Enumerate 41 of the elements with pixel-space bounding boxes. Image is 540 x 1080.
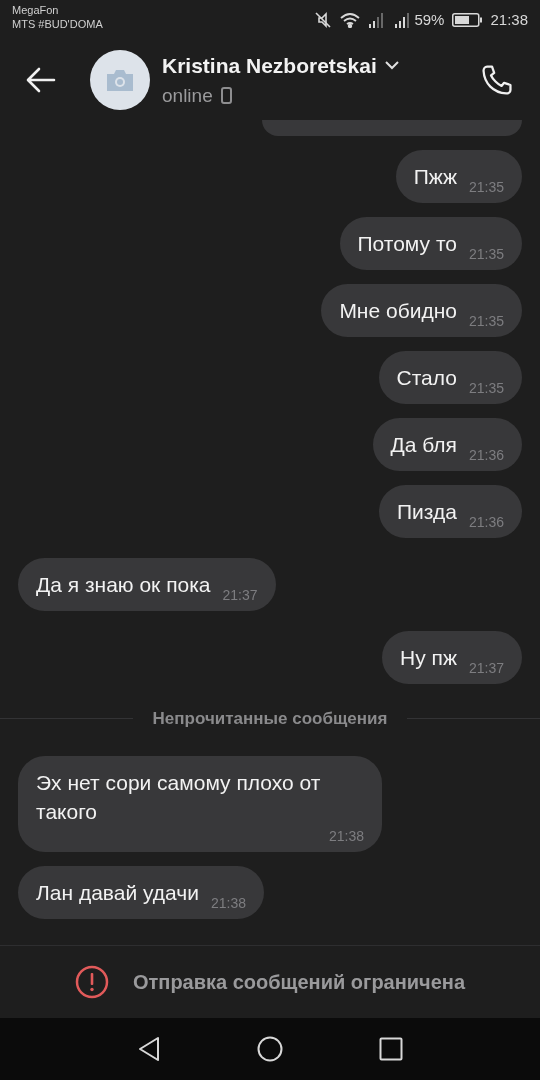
message-time: 21:36 bbox=[468, 514, 504, 530]
message-time: 21:37 bbox=[222, 587, 258, 603]
carrier-name: MTS #BUD'DOMA bbox=[12, 17, 103, 31]
back-icon[interactable] bbox=[26, 67, 56, 93]
message-text: Стало bbox=[396, 365, 457, 391]
message-time: 21:36 bbox=[468, 447, 504, 463]
message-time: 21:38 bbox=[210, 894, 246, 911]
unread-divider-label: Непрочитанные сообщения bbox=[152, 708, 388, 730]
battery-percent: 59% bbox=[414, 10, 445, 30]
message-time: 21:38 bbox=[328, 827, 364, 844]
clock: 21:38 bbox=[490, 10, 528, 30]
mute-icon bbox=[314, 11, 333, 30]
contact-name[interactable]: Kristina Nezboretskai bbox=[162, 50, 377, 82]
battery-icon bbox=[452, 13, 483, 28]
camera-icon bbox=[105, 69, 135, 91]
message-time: 21:35 bbox=[468, 179, 504, 195]
message-time: 21:35 bbox=[468, 246, 504, 262]
message-text: Пизда bbox=[397, 499, 457, 525]
phone-icon[interactable] bbox=[480, 63, 514, 97]
message-time: 21:35 bbox=[468, 313, 504, 329]
avatar[interactable] bbox=[90, 50, 150, 110]
chevron-down-icon[interactable] bbox=[384, 61, 399, 71]
wifi-icon bbox=[340, 12, 361, 29]
message-time: 21:37 bbox=[468, 660, 504, 676]
contact-status: online bbox=[162, 83, 213, 108]
recents-nav-icon[interactable] bbox=[379, 1037, 403, 1061]
message-text: Ну пж bbox=[400, 645, 457, 671]
home-nav-icon[interactable] bbox=[257, 1036, 283, 1062]
message-text: Пжж bbox=[413, 164, 457, 190]
message-text: Мне обидно bbox=[339, 298, 457, 324]
restriction-notice: Отправка сообщений ограничена bbox=[132, 970, 466, 995]
message-time: 21:35 bbox=[468, 380, 504, 396]
warning-icon bbox=[74, 965, 109, 999]
back-nav-icon[interactable] bbox=[137, 1036, 161, 1062]
message-text: Потому то bbox=[357, 231, 457, 257]
carrier-name: MegaFon bbox=[12, 3, 60, 17]
message-text: Лан давай удачи bbox=[36, 879, 199, 906]
message-text: Да я знаю ок пока bbox=[36, 572, 211, 598]
phone-device-icon bbox=[220, 87, 232, 105]
message-text: Да бля bbox=[390, 432, 457, 458]
message-text: Эх нет сори самому плохо от такого bbox=[36, 769, 322, 825]
